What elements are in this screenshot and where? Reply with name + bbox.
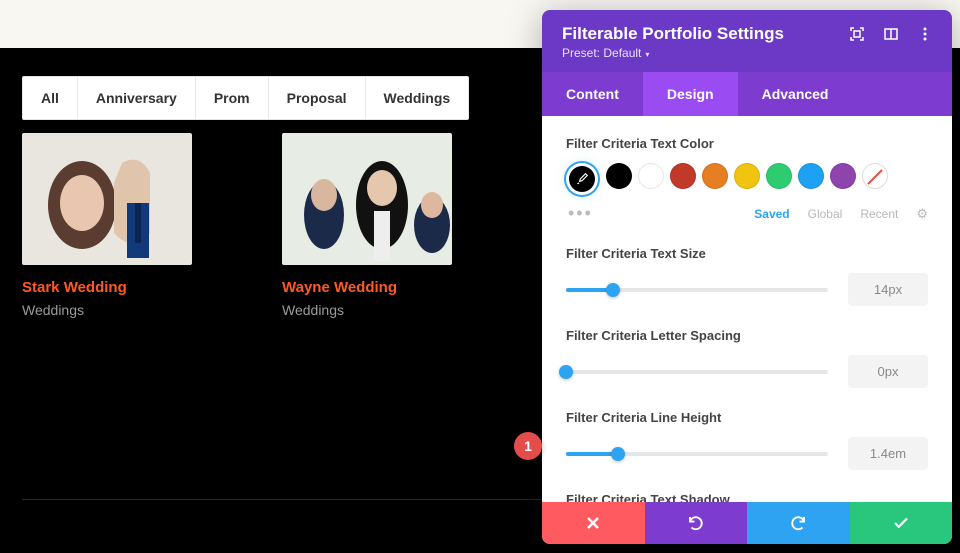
undo-button[interactable] bbox=[645, 502, 748, 544]
kebab-icon[interactable] bbox=[918, 27, 932, 41]
tab-advanced[interactable]: Advanced bbox=[738, 72, 853, 116]
swatch-tab-saved[interactable]: Saved bbox=[754, 207, 789, 221]
slider-line-height[interactable] bbox=[566, 444, 828, 464]
tab-content[interactable]: Content bbox=[542, 72, 643, 116]
filter-tab-prom[interactable]: Prom bbox=[196, 77, 269, 119]
section-label-text-shadow: Filter Criteria Text Shadow bbox=[566, 492, 928, 502]
color-swatch[interactable] bbox=[606, 163, 632, 189]
filter-tab-proposal[interactable]: Proposal bbox=[269, 77, 366, 119]
section-label-color: Filter Criteria Text Color bbox=[566, 136, 928, 151]
redo-button[interactable] bbox=[747, 502, 850, 544]
color-swatch[interactable] bbox=[734, 163, 760, 189]
value-text-size[interactable]: 14px bbox=[848, 273, 928, 306]
section-label-text-size: Filter Criteria Text Size bbox=[566, 246, 928, 261]
eyedropper-swatch[interactable] bbox=[569, 166, 595, 192]
filter-tab-anniversary[interactable]: Anniversary bbox=[78, 77, 196, 119]
section-label-line-height: Filter Criteria Line Height bbox=[566, 410, 928, 425]
portfolio-card-title: Stark Wedding bbox=[22, 279, 192, 296]
gear-icon[interactable]: ⚙ bbox=[916, 206, 928, 222]
tab-design[interactable]: Design bbox=[643, 72, 738, 116]
color-swatch-none[interactable] bbox=[862, 163, 888, 189]
preset-label: Preset: Default bbox=[562, 46, 641, 60]
save-button[interactable] bbox=[850, 502, 953, 544]
cancel-button[interactable] bbox=[542, 502, 645, 544]
panel-title: Filterable Portfolio Settings bbox=[562, 24, 784, 44]
portfolio-card[interactable]: Stark Wedding Weddings bbox=[22, 133, 192, 318]
color-swatch[interactable] bbox=[638, 163, 664, 189]
slider-letter-spacing[interactable] bbox=[566, 362, 828, 382]
portfolio-card[interactable]: Wayne Wedding Weddings bbox=[282, 133, 452, 318]
slider-text-size[interactable] bbox=[566, 280, 828, 300]
annotation-badge-1: 1 bbox=[514, 432, 542, 460]
portfolio-card-category: Weddings bbox=[22, 302, 192, 318]
value-line-height[interactable]: 1.4em bbox=[848, 437, 928, 470]
portfolio-thumb bbox=[282, 133, 452, 265]
filter-tab-all[interactable]: All bbox=[23, 77, 78, 119]
value-letter-spacing[interactable]: 0px bbox=[848, 355, 928, 388]
panel-body: Filter Criteria Text Color ••• Saved Glo… bbox=[542, 116, 952, 502]
portfolio-card-title: Wayne Wedding bbox=[282, 279, 452, 296]
caret-down-icon: ▾ bbox=[645, 50, 649, 59]
filter-tab-weddings[interactable]: Weddings bbox=[366, 77, 469, 119]
expand-icon[interactable] bbox=[850, 27, 864, 41]
color-swatch[interactable] bbox=[702, 163, 728, 189]
color-swatch[interactable] bbox=[830, 163, 856, 189]
color-swatches bbox=[566, 163, 928, 195]
columns-icon[interactable] bbox=[884, 27, 898, 41]
filter-bar: All Anniversary Prom Proposal Weddings bbox=[22, 76, 469, 120]
section-label-letter-spacing: Filter Criteria Letter Spacing bbox=[566, 328, 928, 343]
panel-tabs: Content Design Advanced bbox=[542, 72, 952, 116]
color-swatch[interactable] bbox=[766, 163, 792, 189]
color-swatch[interactable] bbox=[798, 163, 824, 189]
swatch-tab-recent[interactable]: Recent bbox=[860, 207, 898, 221]
portfolio-card-category: Weddings bbox=[282, 302, 452, 318]
settings-panel: Filterable Portfolio Settings Preset: De… bbox=[542, 10, 952, 544]
portfolio-thumb bbox=[22, 133, 192, 265]
color-swatch[interactable] bbox=[670, 163, 696, 189]
panel-header[interactable]: Filterable Portfolio Settings Preset: De… bbox=[542, 10, 952, 72]
more-dots-icon[interactable]: ••• bbox=[566, 203, 593, 224]
panel-footer bbox=[542, 502, 952, 544]
preset-selector[interactable]: Preset: Default ▾ bbox=[562, 46, 932, 60]
swatch-tab-global[interactable]: Global bbox=[808, 207, 843, 221]
